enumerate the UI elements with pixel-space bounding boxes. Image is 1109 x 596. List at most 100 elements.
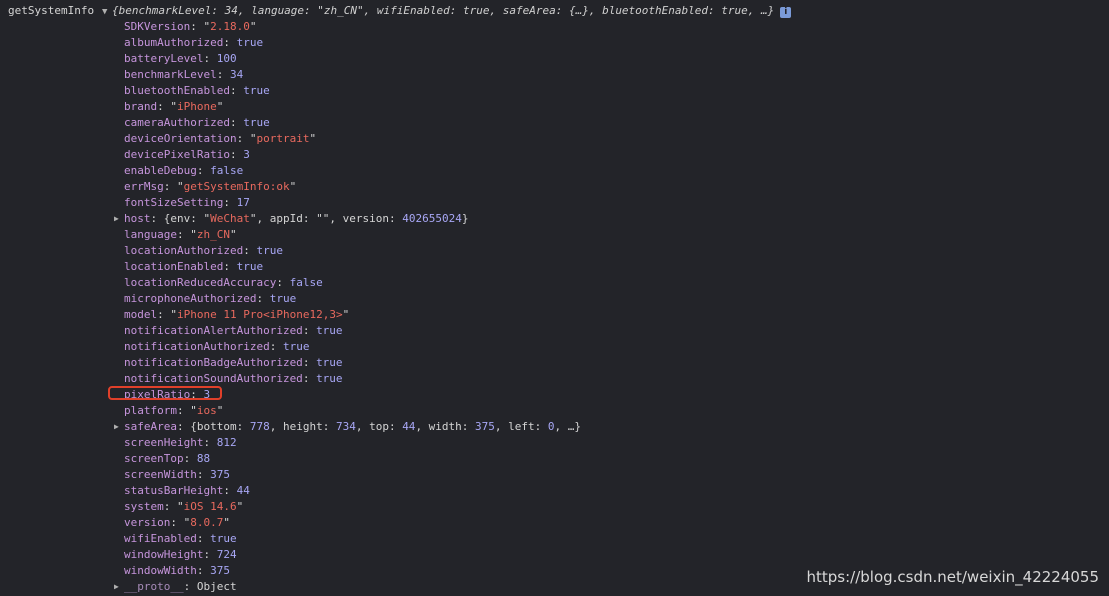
property-key: windowHeight (124, 548, 204, 561)
property-key: microphoneAuthorized (124, 292, 257, 305)
safearea-width: 375 (475, 420, 495, 433)
expand-down-icon[interactable]: ▼ (102, 4, 112, 20)
property-row-errMsg: errMsg: "getSystemInfo:ok" (124, 180, 297, 193)
host-env: WeChat (210, 212, 250, 225)
property-value: 17 (236, 196, 250, 209)
property-value: true (316, 356, 343, 369)
property-key: brand (124, 100, 158, 113)
property-row-notificationAuthorized: notificationAuthorized: true (124, 340, 310, 353)
property-value: true (269, 292, 297, 305)
property-row-language: language: "zh_CN" (124, 228, 237, 241)
property-value: true (236, 260, 264, 273)
property-value: true (282, 340, 310, 353)
property-value: iPhone 11 Pro<iPhone12,3> (177, 308, 343, 321)
property-row-host[interactable]: ▶ host: {env: "WeChat", appId: "", versio… (114, 211, 581, 227)
log-label: getSystemInfo (8, 4, 95, 17)
property-key: SDKVersion (124, 20, 191, 33)
object-summary[interactable]: ▼ {benchmarkLevel: 34, language: "zh_CN",… (102, 3, 792, 20)
property-key: locationReducedAccuracy (124, 276, 277, 289)
property-row-enableDebug: enableDebug: false (124, 164, 244, 177)
property-value: iOS 14.6 (183, 500, 237, 513)
property-value: true (256, 244, 283, 257)
property-row-safeArea[interactable]: ▶ safeArea: {bottom: 778, height: 734, to… (114, 419, 581, 435)
highlight-box (108, 386, 222, 400)
property-value: 8.0.7 (190, 516, 224, 529)
property-key: locationAuthorized (124, 244, 244, 257)
property-key: albumAuthorized (124, 36, 224, 49)
property-row-bluetoothEnabled: bluetoothEnabled: true (124, 84, 270, 97)
property-row-notificationSoundAuthorized: notificationSoundAuthorized: true (124, 372, 343, 385)
expand-right-icon[interactable]: ▶ (114, 211, 119, 227)
safearea-top: 44 (402, 420, 416, 433)
property-row-deviceOrientation: deviceOrientation: "portrait" (124, 132, 317, 145)
property-list: SDKVersion: "2.18.0" albumAuthorized: tru… (114, 19, 581, 595)
property-row-proto[interactable]: ▶ __proto__: Object (114, 579, 581, 595)
property-row-screenTop: screenTop: 88 (124, 452, 211, 465)
property-row-SDKVersion: SDKVersion: "2.18.0" (124, 20, 257, 33)
property-value: 3 (243, 148, 250, 161)
property-row-brand: brand: "iPhone" (124, 100, 224, 113)
property-value: 100 (216, 52, 237, 65)
property-key: system (124, 500, 164, 513)
safearea-bottom: 778 (249, 420, 270, 433)
property-key: __proto__ (124, 580, 184, 593)
property-key: fontSizeSetting (124, 196, 224, 209)
property-value: portrait (256, 132, 310, 145)
property-key: deviceOrientation (124, 132, 237, 145)
info-icon[interactable]: i (780, 7, 792, 18)
property-value: false (289, 276, 323, 289)
summary-text: {benchmarkLevel: 34, language: "zh_CN", … (112, 4, 775, 17)
property-row-statusBarHeight: statusBarHeight: 44 (124, 484, 250, 497)
property-key: screenTop (124, 452, 184, 465)
property-row-windowHeight: windowHeight: 724 (124, 548, 237, 561)
property-value: ios (196, 404, 217, 417)
property-value: true (210, 532, 237, 545)
property-key: notificationAuthorized (124, 340, 270, 353)
property-key: cameraAuthorized (124, 116, 230, 129)
property-row-model: model: "iPhone 11 Pro<iPhone12,3>" (124, 308, 350, 321)
property-row-fontSizeSetting: fontSizeSetting: 17 (124, 196, 250, 209)
property-row-windowWidth: windowWidth: 375 (124, 564, 230, 577)
property-key: notificationAlertAuthorized (124, 324, 303, 337)
safearea-height: 734 (335, 420, 356, 433)
property-value: zh_CN (196, 228, 230, 241)
property-key: host (124, 212, 151, 225)
expand-right-icon[interactable]: ▶ (114, 579, 119, 595)
property-value: 2.18.0 (210, 20, 250, 33)
console-panel: getSystemInfo ▼ {benchmarkLevel: 34, lang… (0, 0, 1109, 596)
property-value: true (243, 116, 270, 129)
property-key: enableDebug (124, 164, 197, 177)
property-key: safeArea (124, 420, 177, 433)
property-row-cameraAuthorized: cameraAuthorized: true (124, 116, 270, 129)
property-row-version: version: "8.0.7" (124, 516, 230, 529)
property-value: true (243, 84, 270, 97)
host-version: 402655024 (402, 212, 462, 225)
property-row-locationEnabled: locationEnabled: true (124, 260, 264, 273)
property-key: statusBarHeight (124, 484, 224, 497)
property-value: 724 (216, 548, 237, 561)
property-value: true (316, 324, 343, 337)
property-row-notificationBadgeAuthorized: notificationBadgeAuthorized: true (124, 356, 343, 369)
expand-right-icon[interactable]: ▶ (114, 419, 119, 435)
property-row-devicePixelRatio: devicePixelRatio: 3 (124, 148, 250, 161)
property-key: version (124, 516, 171, 529)
property-key: batteryLevel (124, 52, 204, 65)
property-value: iPhone (177, 100, 217, 113)
property-key: benchmarkLevel (124, 68, 217, 81)
property-row-locationReducedAccuracy: locationReducedAccuracy: false (124, 276, 323, 289)
property-key: notificationSoundAuthorized (124, 372, 303, 385)
property-key: bluetoothEnabled (124, 84, 230, 97)
property-key: wifiEnabled (124, 532, 197, 545)
property-key: language (124, 228, 177, 241)
property-value: getSystemInfo:ok (183, 180, 290, 193)
property-value: 375 (210, 564, 230, 577)
property-row-locationAuthorized: locationAuthorized: true (124, 244, 283, 257)
property-key: windowWidth (124, 564, 197, 577)
property-row-albumAuthorized: albumAuthorized: true (124, 36, 264, 49)
property-value: Object (196, 580, 237, 593)
property-row-batteryLevel: batteryLevel: 100 (124, 52, 237, 65)
property-value: true (316, 372, 343, 385)
property-key: errMsg (124, 180, 164, 193)
property-row-screenWidth: screenWidth: 375 (124, 468, 230, 481)
property-key: model (124, 308, 158, 321)
